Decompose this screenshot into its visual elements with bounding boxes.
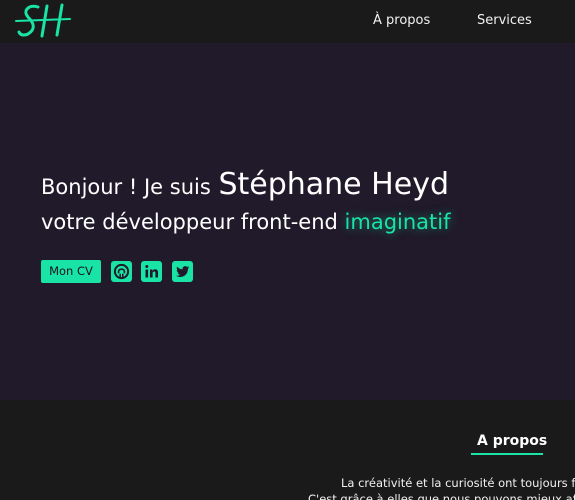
logo[interactable] — [14, 0, 72, 42]
twitter-icon[interactable] — [172, 261, 193, 282]
nav-link-about[interactable]: À propos — [373, 13, 430, 28]
site-header: À propos Services — [0, 0, 575, 43]
hero-subtitle: votre développeur front-end imaginatif — [41, 212, 451, 233]
about-title: A propos — [477, 433, 548, 449]
sh-logo-mark — [15, 3, 71, 38]
hero-greeting: Bonjour ! Je suis — [41, 175, 211, 199]
hero-name: Stéphane Heyd — [218, 167, 449, 202]
about-title-underline — [471, 453, 543, 455]
page: À propos Services Bonjour ! Je suis Stép… — [0, 0, 575, 500]
about-text-line-2: C'est grâce à elles que nous pouvons mie… — [308, 492, 575, 500]
hero-section: Bonjour ! Je suis Stéphane Heyd votre dé… — [0, 43, 575, 400]
hero-subtitle-text: votre développeur front-end — [41, 210, 338, 234]
cv-button[interactable]: Mon CV — [41, 260, 101, 283]
hero-accent-word: imaginatif — [344, 210, 451, 234]
about-text-line-1: La créativité et la curiosité ont toujou… — [341, 476, 575, 490]
github-icon[interactable] — [111, 261, 132, 282]
about-section: A propos La créativité et la curiosité o… — [0, 400, 575, 500]
linkedin-icon[interactable] — [141, 261, 162, 282]
nav-link-services[interactable]: Services — [477, 13, 532, 28]
hero-heading: Bonjour ! Je suis Stéphane Heyd — [41, 170, 449, 200]
